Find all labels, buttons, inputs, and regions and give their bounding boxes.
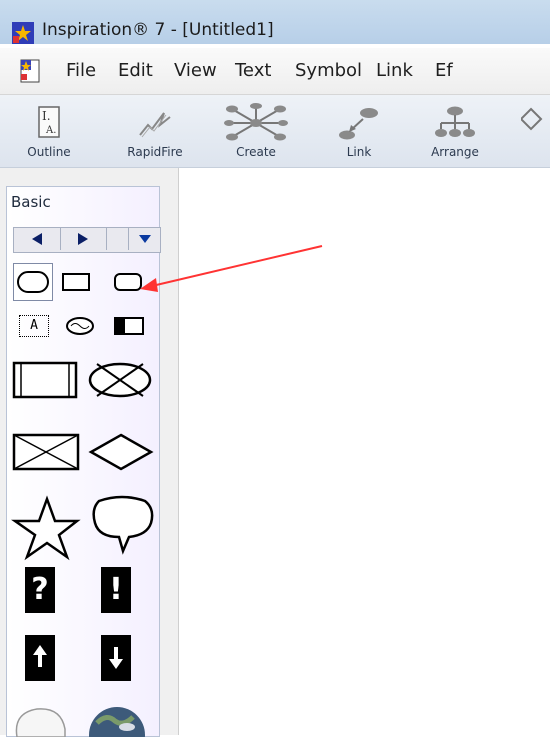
link-icon <box>339 108 378 140</box>
palette-dropdown-button[interactable] <box>130 228 160 250</box>
previous-palette-button[interactable] <box>14 228 61 250</box>
svg-text:I.: I. <box>42 109 51 123</box>
speech-bubble-shape[interactable] <box>89 495 155 555</box>
exclamation-mark-shape[interactable]: ! <box>101 567 131 613</box>
rounded-rectangle-shape[interactable] <box>113 271 143 293</box>
diamond-shape[interactable] <box>87 431 155 473</box>
arrow-down-icon <box>109 647 123 669</box>
cloud-oval-shape[interactable] <box>65 315 95 337</box>
menu-link[interactable]: Link <box>376 60 413 81</box>
menu-edit[interactable]: Edit <box>118 60 153 81</box>
menu-symbol[interactable]: Symbol <box>295 60 362 81</box>
triangle-down-icon <box>139 235 151 243</box>
half-filled-rectangle-shape[interactable] <box>113 315 145 337</box>
white-blob-shape[interactable] <box>11 703 67 737</box>
title-bar: Inspiration® 7 - [Untitled1] <box>0 0 550 44</box>
rounded-oval-symbol[interactable] <box>13 263 53 301</box>
arrange-label: Arrange <box>431 145 479 159</box>
triangle-left-icon <box>32 233 42 245</box>
link-button[interactable]: Link <box>324 97 394 165</box>
crossed-rectangle-shape[interactable] <box>11 431 83 473</box>
down-arrow-shape[interactable] <box>101 635 131 681</box>
document-icon[interactable] <box>18 58 44 84</box>
up-arrow-shape[interactable] <box>25 635 55 681</box>
app-icon <box>12 22 34 44</box>
palette-spacer <box>106 228 129 250</box>
next-tool-button[interactable] <box>516 97 550 165</box>
rounded-oval-shape <box>17 271 49 293</box>
create-icon <box>224 103 288 141</box>
crossed-oval-shape[interactable] <box>87 359 153 401</box>
symbol-palette: Basic A ? ! <box>6 186 161 737</box>
arrange-button[interactable]: Arrange <box>420 97 490 165</box>
menu-text[interactable]: Text <box>235 60 271 81</box>
star-shape[interactable] <box>11 495 81 561</box>
arrow-up-icon <box>33 645 47 667</box>
next-palette-button[interactable] <box>60 228 107 250</box>
document-canvas[interactable] <box>179 168 550 735</box>
svg-text:A.: A. <box>45 125 56 136</box>
menu-effects[interactable]: Ef <box>435 60 453 81</box>
palette-title: Basic <box>11 193 51 211</box>
link-label: Link <box>346 145 372 159</box>
rapidfire-icon <box>139 112 171 138</box>
question-mark-shape[interactable]: ? <box>25 567 55 613</box>
menu-file[interactable]: File <box>66 60 96 81</box>
earth-globe-shape[interactable] <box>87 703 147 737</box>
rapidfire-label: RapidFire <box>127 145 183 159</box>
outline-button[interactable]: I. A. Outline <box>14 97 84 165</box>
create-button[interactable]: Create <box>214 97 298 165</box>
palette-navigation <box>13 227 161 253</box>
toolbar: I. A. Outline RapidFire Create Link Arra… <box>0 95 550 168</box>
diagram-icon <box>521 107 543 131</box>
triangle-right-icon <box>78 233 88 245</box>
double-rectangle-shape[interactable] <box>11 359 81 401</box>
outline-label: Outline <box>27 145 71 159</box>
rectangle-shape[interactable] <box>61 271 91 293</box>
rapidfire-button[interactable]: RapidFire <box>110 97 200 165</box>
create-label: Create <box>236 145 276 159</box>
menu-view[interactable]: View <box>174 60 217 81</box>
menu-bar: File Edit View Text Symbol Link Ef <box>0 48 550 95</box>
arrange-icon <box>435 106 475 137</box>
text-box-shape[interactable]: A <box>19 315 49 337</box>
outline-icon: I. A. <box>38 106 60 138</box>
window-title: Inspiration® 7 - [Untitled1] <box>42 20 274 40</box>
